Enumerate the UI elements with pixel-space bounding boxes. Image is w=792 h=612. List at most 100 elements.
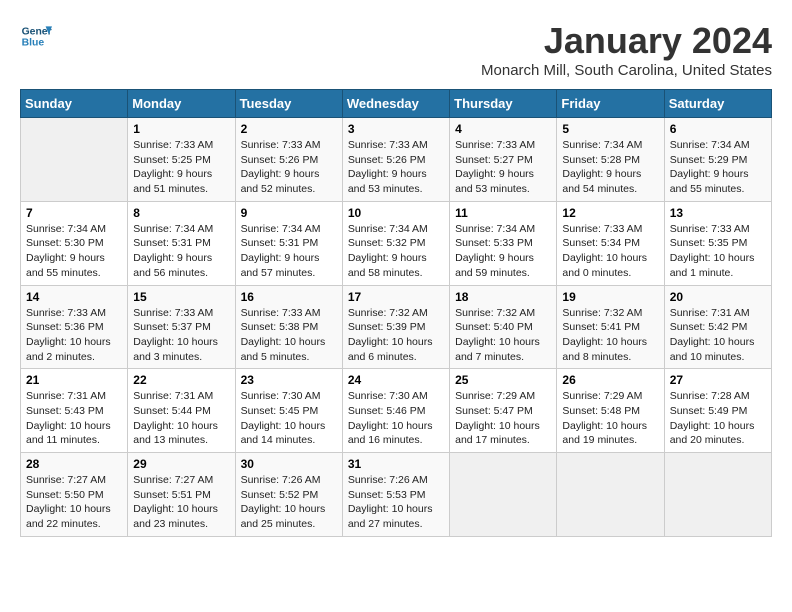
day-info-8: Sunrise: 7:34 AMSunset: 5:31 PMDaylight:…: [133, 222, 229, 281]
day-number-27: 27: [670, 373, 766, 387]
day-info-18: Sunrise: 7:32 AMSunset: 5:40 PMDaylight:…: [455, 306, 551, 365]
month-title: January 2024: [481, 20, 772, 62]
page-header: General Blue January 2024 Monarch Mill, …: [20, 20, 772, 79]
week-row-5: 28Sunrise: 7:27 AMSunset: 5:50 PMDayligh…: [21, 453, 772, 537]
day-cell-23: 23Sunrise: 7:30 AMSunset: 5:45 PMDayligh…: [235, 369, 342, 453]
day-cell-3: 3 Sunrise: 7:33 AMSunset: 5:26 PMDaylight…: [342, 118, 449, 202]
day-info-14: Sunrise: 7:33 AMSunset: 5:36 PMDaylight:…: [26, 306, 122, 365]
day-number-16: 16: [241, 290, 337, 304]
day-cell-13: 13 Sunrise: 7:33 AMSunset: 5:35 PMDayligh…: [664, 201, 771, 285]
day-cell-25: 25Sunrise: 7:29 AMSunset: 5:47 PMDayligh…: [450, 369, 557, 453]
day-cell-19: 19Sunrise: 7:32 AMSunset: 5:41 PMDayligh…: [557, 285, 664, 369]
day-cell-15: 15Sunrise: 7:33 AMSunset: 5:37 PMDayligh…: [128, 285, 235, 369]
day-cell-14: 14 Sunrise: 7:33 AMSunset: 5:36 PMDayligh…: [21, 285, 128, 369]
day-number-12: 12: [562, 206, 658, 220]
day-cell-26: 26Sunrise: 7:29 AMSunset: 5:48 PMDayligh…: [557, 369, 664, 453]
week-row-2: 7 Sunrise: 7:34 AMSunset: 5:30 PMDaylight…: [21, 201, 772, 285]
day-info-29: Sunrise: 7:27 AMSunset: 5:51 PMDaylight:…: [133, 473, 229, 532]
logo: General Blue: [20, 20, 52, 52]
day-info-6: Sunrise: 7:34 AMSunset: 5:29 PMDaylight:…: [670, 138, 766, 197]
week-row-1: 1 Sunrise: 7:33 AMSunset: 5:25 PMDaylight…: [21, 118, 772, 202]
empty-cell: [664, 453, 771, 537]
day-cell-24: 24 Sunrise: 7:30 AMSunset: 5:46 PMDayligh…: [342, 369, 449, 453]
day-info-5: Sunrise: 7:34 AMSunset: 5:28 PMDaylight:…: [562, 138, 658, 197]
day-number-31: 31: [348, 457, 444, 471]
day-info-3: Sunrise: 7:33 AMSunset: 5:26 PMDaylight:…: [348, 138, 444, 197]
empty-cell: [450, 453, 557, 537]
day-number-22: 22: [133, 373, 229, 387]
weekday-header-thursday: Thursday: [450, 90, 557, 118]
day-cell-5: 5Sunrise: 7:34 AMSunset: 5:28 PMDaylight…: [557, 118, 664, 202]
day-number-3: 3: [348, 122, 444, 136]
day-cell-2: 2Sunrise: 7:33 AMSunset: 5:26 PMDaylight…: [235, 118, 342, 202]
day-number-1: 1: [133, 122, 229, 136]
weekday-header-saturday: Saturday: [664, 90, 771, 118]
day-info-25: Sunrise: 7:29 AMSunset: 5:47 PMDaylight:…: [455, 389, 551, 448]
day-number-24: 24: [348, 373, 444, 387]
day-number-7: 7: [26, 206, 122, 220]
day-cell-7: 7 Sunrise: 7:34 AMSunset: 5:30 PMDaylight…: [21, 201, 128, 285]
day-info-30: Sunrise: 7:26 AMSunset: 5:52 PMDaylight:…: [241, 473, 337, 532]
empty-cell: [21, 118, 128, 202]
day-cell-12: 12 Sunrise: 7:33 AMSunset: 5:34 PMDayligh…: [557, 201, 664, 285]
day-cell-16: 16 Sunrise: 7:33 AMSunset: 5:38 PMDayligh…: [235, 285, 342, 369]
day-info-28: Sunrise: 7:27 AMSunset: 5:50 PMDaylight:…: [26, 473, 122, 532]
day-info-23: Sunrise: 7:30 AMSunset: 5:45 PMDaylight:…: [241, 389, 337, 448]
weekday-header-monday: Monday: [128, 90, 235, 118]
day-number-14: 14: [26, 290, 122, 304]
day-info-24: Sunrise: 7:30 AMSunset: 5:46 PMDaylight:…: [348, 389, 444, 448]
day-info-13: Sunrise: 7:33 AMSunset: 5:35 PMDaylight:…: [670, 222, 766, 281]
svg-text:Blue: Blue: [22, 38, 45, 49]
calendar-table: SundayMondayTuesdayWednesdayThursdayFrid…: [20, 89, 772, 537]
day-number-18: 18: [455, 290, 551, 304]
day-info-7: Sunrise: 7:34 AMSunset: 5:30 PMDaylight:…: [26, 222, 122, 281]
day-number-10: 10: [348, 206, 444, 220]
day-number-26: 26: [562, 373, 658, 387]
day-cell-27: 27 Sunrise: 7:28 AMSunset: 5:49 PMDayligh…: [664, 369, 771, 453]
day-info-1: Sunrise: 7:33 AMSunset: 5:25 PMDaylight:…: [133, 138, 229, 197]
day-cell-22: 22 Sunrise: 7:31 AMSunset: 5:44 PMDayligh…: [128, 369, 235, 453]
day-number-8: 8: [133, 206, 229, 220]
day-info-27: Sunrise: 7:28 AMSunset: 5:49 PMDaylight:…: [670, 389, 766, 448]
weekday-header-wednesday: Wednesday: [342, 90, 449, 118]
day-cell-30: 30 Sunrise: 7:26 AMSunset: 5:52 PMDayligh…: [235, 453, 342, 537]
day-cell-28: 28Sunrise: 7:27 AMSunset: 5:50 PMDayligh…: [21, 453, 128, 537]
day-number-29: 29: [133, 457, 229, 471]
day-number-17: 17: [348, 290, 444, 304]
day-info-9: Sunrise: 7:34 AMSunset: 5:31 PMDaylight:…: [241, 222, 337, 281]
day-cell-6: 6 Sunrise: 7:34 AMSunset: 5:29 PMDaylight…: [664, 118, 771, 202]
day-info-12: Sunrise: 7:33 AMSunset: 5:34 PMDaylight:…: [562, 222, 658, 281]
day-cell-31: 31 Sunrise: 7:26 AMSunset: 5:53 PMDayligh…: [342, 453, 449, 537]
day-info-16: Sunrise: 7:33 AMSunset: 5:38 PMDaylight:…: [241, 306, 337, 365]
location: Monarch Mill, South Carolina, United Sta…: [481, 62, 772, 79]
day-cell-8: 8 Sunrise: 7:34 AMSunset: 5:31 PMDaylight…: [128, 201, 235, 285]
day-cell-21: 21Sunrise: 7:31 AMSunset: 5:43 PMDayligh…: [21, 369, 128, 453]
day-number-13: 13: [670, 206, 766, 220]
day-info-31: Sunrise: 7:26 AMSunset: 5:53 PMDaylight:…: [348, 473, 444, 532]
day-cell-18: 18 Sunrise: 7:32 AMSunset: 5:40 PMDayligh…: [450, 285, 557, 369]
day-number-6: 6: [670, 122, 766, 136]
day-info-17: Sunrise: 7:32 AMSunset: 5:39 PMDaylight:…: [348, 306, 444, 365]
day-cell-29: 29 Sunrise: 7:27 AMSunset: 5:51 PMDayligh…: [128, 453, 235, 537]
day-info-2: Sunrise: 7:33 AMSunset: 5:26 PMDaylight:…: [241, 138, 337, 197]
day-cell-20: 20Sunrise: 7:31 AMSunset: 5:42 PMDayligh…: [664, 285, 771, 369]
logo-icon: General Blue: [20, 20, 52, 52]
day-info-15: Sunrise: 7:33 AMSunset: 5:37 PMDaylight:…: [133, 306, 229, 365]
day-info-4: Sunrise: 7:33 AMSunset: 5:27 PMDaylight:…: [455, 138, 551, 197]
empty-cell: [557, 453, 664, 537]
day-info-19: Sunrise: 7:32 AMSunset: 5:41 PMDaylight:…: [562, 306, 658, 365]
weekday-header-friday: Friday: [557, 90, 664, 118]
day-cell-4: 4Sunrise: 7:33 AMSunset: 5:27 PMDaylight…: [450, 118, 557, 202]
day-number-20: 20: [670, 290, 766, 304]
day-number-11: 11: [455, 206, 551, 220]
day-info-22: Sunrise: 7:31 AMSunset: 5:44 PMDaylight:…: [133, 389, 229, 448]
day-cell-11: 11 Sunrise: 7:34 AMSunset: 5:33 PMDayligh…: [450, 201, 557, 285]
day-info-11: Sunrise: 7:34 AMSunset: 5:33 PMDaylight:…: [455, 222, 551, 281]
day-number-9: 9: [241, 206, 337, 220]
title-block: January 2024 Monarch Mill, South Carolin…: [481, 20, 772, 79]
day-cell-1: 1 Sunrise: 7:33 AMSunset: 5:25 PMDaylight…: [128, 118, 235, 202]
weekday-header-tuesday: Tuesday: [235, 90, 342, 118]
day-cell-17: 17 Sunrise: 7:32 AMSunset: 5:39 PMDayligh…: [342, 285, 449, 369]
day-info-21: Sunrise: 7:31 AMSunset: 5:43 PMDaylight:…: [26, 389, 122, 448]
day-number-30: 30: [241, 457, 337, 471]
